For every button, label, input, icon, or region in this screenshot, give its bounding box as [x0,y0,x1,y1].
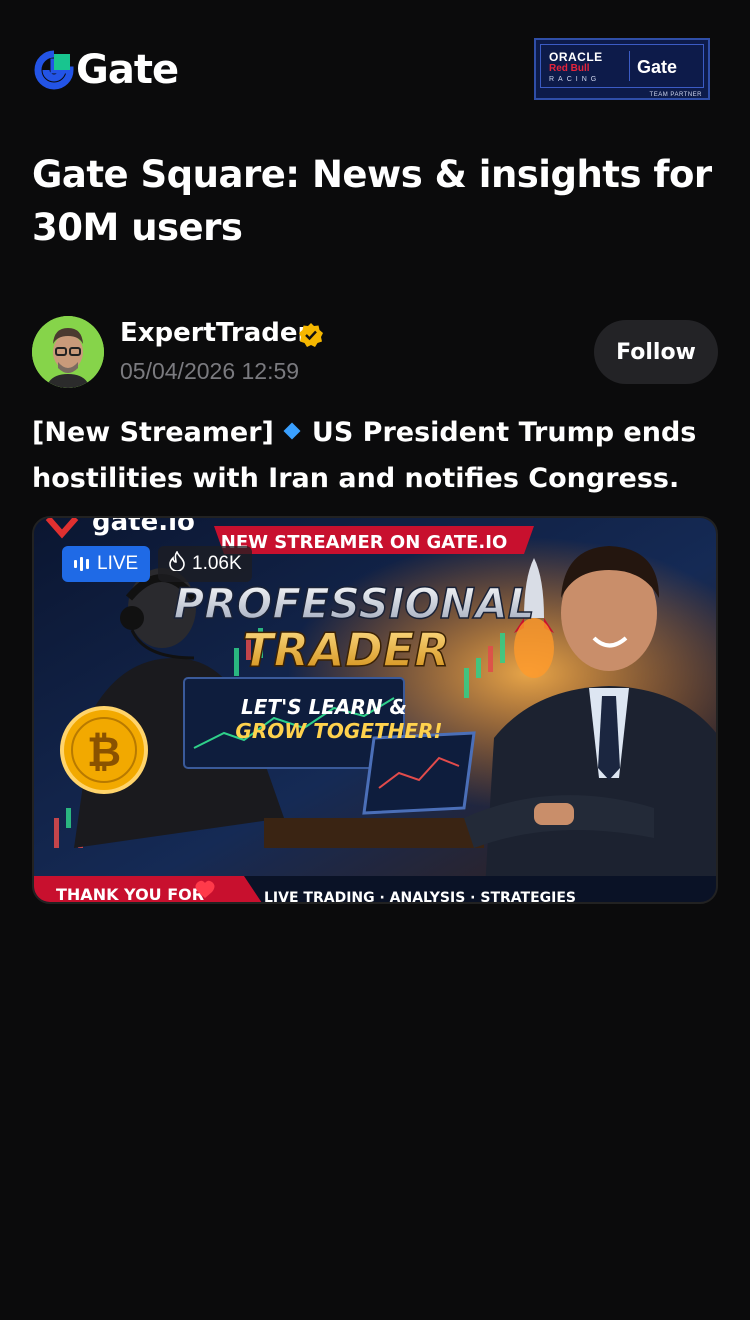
live-label: LIVE [97,553,139,574]
racing-wordmark: RACING [549,76,601,83]
post-tag: [New Streamer] [32,417,274,448]
bitcoin-coin: ₿ [60,706,148,794]
flame-icon [168,550,186,577]
blue-diamond-icon [283,422,301,440]
team-partner-caption: TEAM PARTNER [649,92,702,98]
thumb-title-line2: TRADER [242,623,449,677]
post-timestamp: 05/04/2026 12:59 [120,358,300,384]
views-count: 1.06K [192,553,242,574]
badge-gate-wordmark: Gate [637,57,678,77]
thumb-footer-right: LIVE TRADING · ANALYSIS · STRATEGIES [264,890,576,904]
team-partner-badge: ORACLE Red Bull RACING Gate TEAM PARTNER [534,38,710,100]
verified-badge-icon [298,322,324,348]
page-headline: Gate Square: News & insights for 30M use… [32,153,712,249]
thumb-footer-left: THANK YOU FOR [56,885,204,904]
oracle-wordmark: ORACLE [549,50,603,64]
redbull-wordmark: Red Bull [549,63,590,74]
thumb-title-line1: PROFESSIONAL [174,579,535,628]
follow-button[interactable]: Follow [594,320,718,384]
gate-logo-text: Gate [76,47,179,93]
svg-text:₿: ₿ [87,727,121,776]
gate-logo[interactable]: Gate [34,47,179,93]
views-badge: 1.06K [158,546,252,582]
thumb-subtitle-line2: GROW TOGETHER! [235,719,442,743]
gate-logo-icon [34,50,74,90]
author-name[interactable]: ExpertTrader [120,318,310,348]
thumb-brand-mark: gate.io [92,518,195,537]
livestream-thumbnail[interactable]: gate.io ₿ NEW STREAMER ON GATE.IO PROFES… [32,516,718,904]
avatar[interactable] [32,316,104,388]
live-badge: LIVE [62,546,151,582]
thumb-subtitle-line1: LET'S LEARN & [241,695,407,719]
post-author-row: ExpertTrader 05/04/2026 12:59 Follow [32,316,718,388]
thumb-banner-top: NEW STREAMER ON GATE.IO [221,532,508,553]
live-signal-icon [74,557,89,571]
post-text[interactable]: [New Streamer] US President Trump ends ho… [32,410,722,502]
app-header: Gate ORACLE Red Bull RACING Gate TEAM PA… [0,0,750,120]
badge-divider [629,51,630,81]
